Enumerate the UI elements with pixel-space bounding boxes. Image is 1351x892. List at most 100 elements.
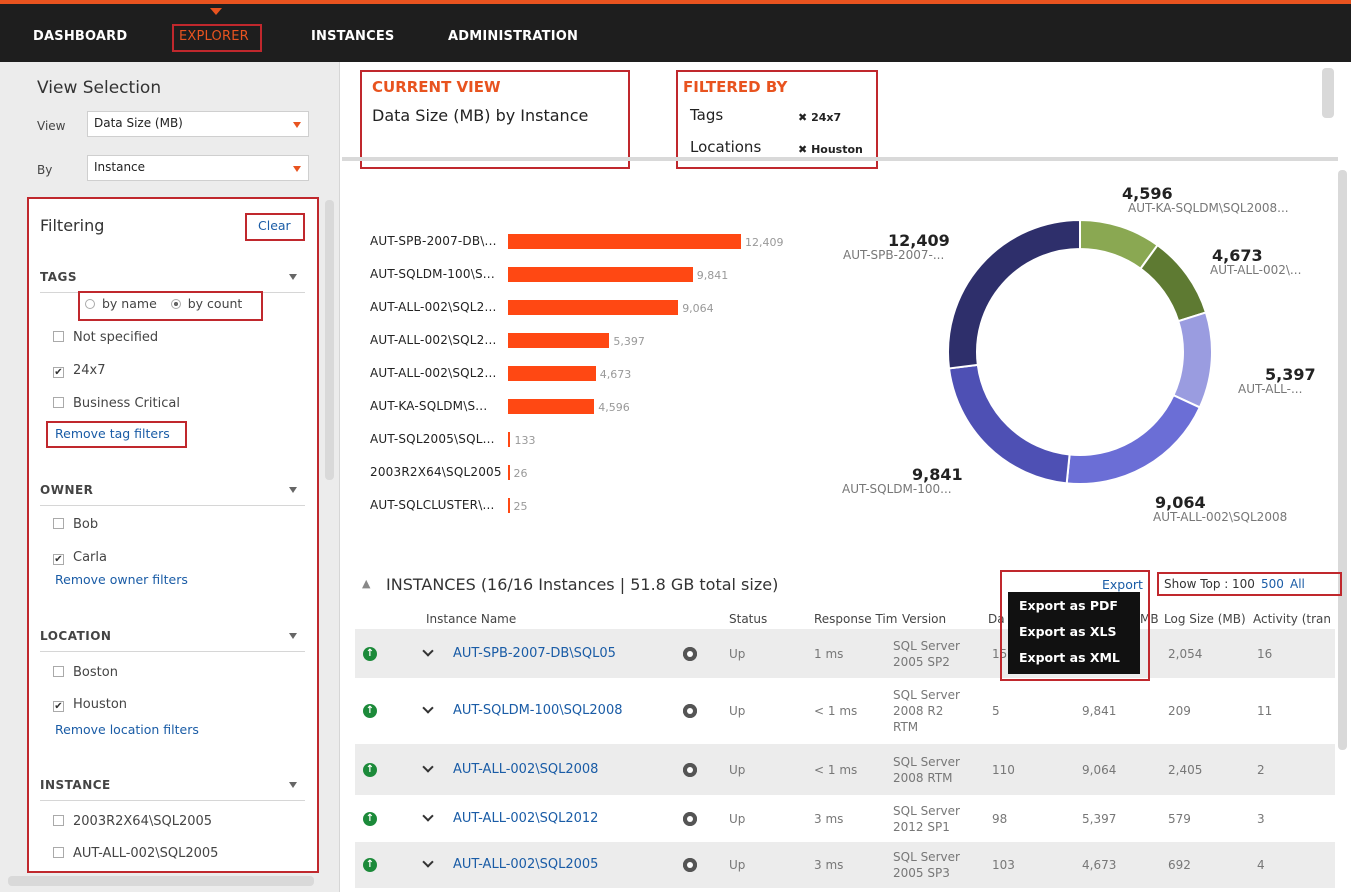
version-cell: SQL Server 2008 R2 RTM — [893, 688, 960, 734]
response-time-cell: < 1 ms — [814, 762, 858, 777]
bar-category-label: AUT-ALL-002\SQL2... — [370, 333, 497, 347]
highlight-export-menu — [1000, 570, 1150, 681]
status-cell: Up — [729, 858, 746, 872]
col-response-time[interactable]: Response Tim — [814, 612, 897, 626]
status-up-icon: ↑ — [363, 646, 377, 661]
bar-value-label: 9,064 — [682, 302, 714, 315]
bar-category-label: AUT-SQL2005\SQL... — [370, 432, 495, 446]
donut-slice[interactable] — [1139, 243, 1208, 323]
donut-slice[interactable] — [947, 363, 1071, 485]
main-scrollbar[interactable] — [1338, 170, 1347, 750]
collapse-section-icon[interactable]: ▲ — [362, 577, 370, 590]
highlight-filtered-by — [676, 70, 878, 169]
bar-mark[interactable] — [508, 366, 596, 381]
bar-mark[interactable] — [508, 498, 510, 513]
instance-name-link[interactable]: AUT-ALL-002\SQL2012 — [453, 811, 598, 826]
view-select-value: Data Size (MB) — [94, 116, 183, 130]
gear-icon[interactable] — [683, 762, 697, 777]
activity-cell: 2 — [1257, 762, 1265, 777]
log-size-cell: 579 — [1168, 811, 1191, 826]
bar-value-label: 5,397 — [613, 335, 645, 348]
databases-cell: 103 — [992, 858, 1015, 872]
log-size-cell: 2,054 — [1168, 646, 1203, 661]
nav-administration[interactable]: ADMINISTRATION — [448, 29, 578, 44]
instance-name-link[interactable]: AUT-SQLDM-100\SQL2008 — [453, 703, 623, 718]
highlight-tag-sort — [78, 291, 263, 321]
gear-icon[interactable] — [683, 646, 697, 661]
bar-category-label: AUT-SQLCLUSTER\... — [370, 498, 495, 512]
donut-category-label: AUT-SQLDM-100... — [842, 482, 952, 496]
view-label: View — [37, 119, 66, 133]
bar-value-label: 26 — [513, 467, 528, 480]
view-selection-title: View Selection — [37, 78, 162, 98]
bar-value-label: 25 — [513, 500, 528, 513]
data-size-cell: 5,397 — [1082, 811, 1117, 826]
bar-mark[interactable] — [508, 333, 610, 348]
donut-slice[interactable] — [1065, 393, 1202, 485]
nav-instances[interactable]: INSTANCES — [311, 29, 394, 44]
log-size-cell: 692 — [1168, 858, 1191, 872]
bar-mark[interactable] — [508, 465, 510, 480]
version-cell: SQL Server 2005 SP2 — [893, 638, 960, 669]
response-time-cell: 1 ms — [814, 646, 844, 661]
status-up-icon: ↑ — [363, 858, 377, 872]
active-nav-caret-icon — [210, 8, 222, 15]
status-cell: Up — [729, 646, 746, 661]
highlight-show-top — [1157, 572, 1342, 596]
highlight-clear — [245, 213, 305, 241]
databases-cell: 98 — [992, 811, 1008, 826]
gear-icon[interactable] — [683, 811, 697, 826]
status-cell: Up — [729, 762, 746, 777]
donut-slice[interactable] — [1172, 311, 1213, 409]
instances-title: INSTANCES (16/16 Instances | 51.8 GB tot… — [386, 575, 779, 594]
response-time-cell: < 1 ms — [814, 704, 858, 718]
bar-mark[interactable] — [508, 300, 679, 315]
log-size-cell: 2,405 — [1168, 762, 1203, 777]
activity-cell: 4 — [1257, 858, 1265, 872]
col-log-size[interactable]: Log Size (MB) — [1164, 612, 1246, 626]
version-cell: SQL Server 2005 SP3 — [893, 850, 960, 880]
status-cell: Up — [729, 704, 746, 718]
donut-chart — [947, 218, 1213, 485]
status-cell: Up — [729, 811, 746, 826]
bar-category-label: 2003R2X64\SQL2005 — [370, 465, 502, 479]
response-time-cell: 3 ms — [814, 858, 844, 872]
gear-icon[interactable] — [683, 704, 697, 718]
col-version[interactable]: Version — [902, 612, 946, 626]
highlight-remove-tag-filters — [46, 421, 187, 448]
log-size-cell: 209 — [1168, 704, 1191, 718]
gear-icon[interactable] — [683, 858, 697, 872]
instance-name-link[interactable]: AUT-ALL-002\SQL2008 — [453, 762, 598, 777]
col-activity[interactable]: Activity (tran — [1253, 612, 1331, 626]
bar-value-label: 4,673 — [599, 368, 632, 381]
bar-mark[interactable] — [508, 432, 511, 447]
sidebar-scrollbar[interactable] — [325, 200, 334, 480]
bar-value-label: 4,596 — [598, 401, 630, 414]
donut-category-label: AUT-ALL-002\SQL2008 — [1153, 510, 1288, 524]
view-select[interactable]: Data Size (MB) — [87, 111, 309, 137]
donut-category-label: AUT-ALL-002\... — [1210, 263, 1302, 277]
bar-value-label: 12,409 — [745, 236, 784, 249]
activity-cell: 11 — [1257, 704, 1273, 718]
sidebar-horizontal-scrollbar[interactable] — [8, 876, 314, 886]
status-up-icon: ↑ — [363, 811, 377, 826]
databases-cell: 5 — [992, 704, 1000, 718]
instance-name-link[interactable]: AUT-SPB-2007-DB\SQL05 — [453, 646, 616, 661]
status-up-icon: ↑ — [363, 704, 377, 718]
bar-mark[interactable] — [508, 399, 595, 414]
donut-slice[interactable] — [947, 218, 1081, 370]
databases-cell: 110 — [992, 762, 1015, 777]
col-instance-name[interactable]: Instance Name — [426, 612, 516, 626]
col-status[interactable]: Status — [729, 612, 767, 626]
instance-name-link[interactable]: AUT-ALL-002\SQL2005 — [453, 857, 598, 872]
bar-category-label: AUT-SQLDM-100\S... — [370, 267, 495, 281]
bar-category-label: AUT-SPB-2007-DB\... — [370, 234, 497, 248]
main-scrollbar-top[interactable] — [1322, 68, 1334, 118]
bar-mark[interactable] — [508, 267, 693, 282]
bar-mark[interactable] — [508, 234, 741, 249]
nav-dashboard[interactable]: DASHBOARD — [33, 29, 127, 44]
by-select[interactable]: Instance — [87, 155, 309, 181]
activity-cell: 3 — [1257, 811, 1265, 826]
bar-value-label: 9,841 — [696, 269, 729, 282]
data-size-cell: 9,841 — [1082, 704, 1117, 718]
